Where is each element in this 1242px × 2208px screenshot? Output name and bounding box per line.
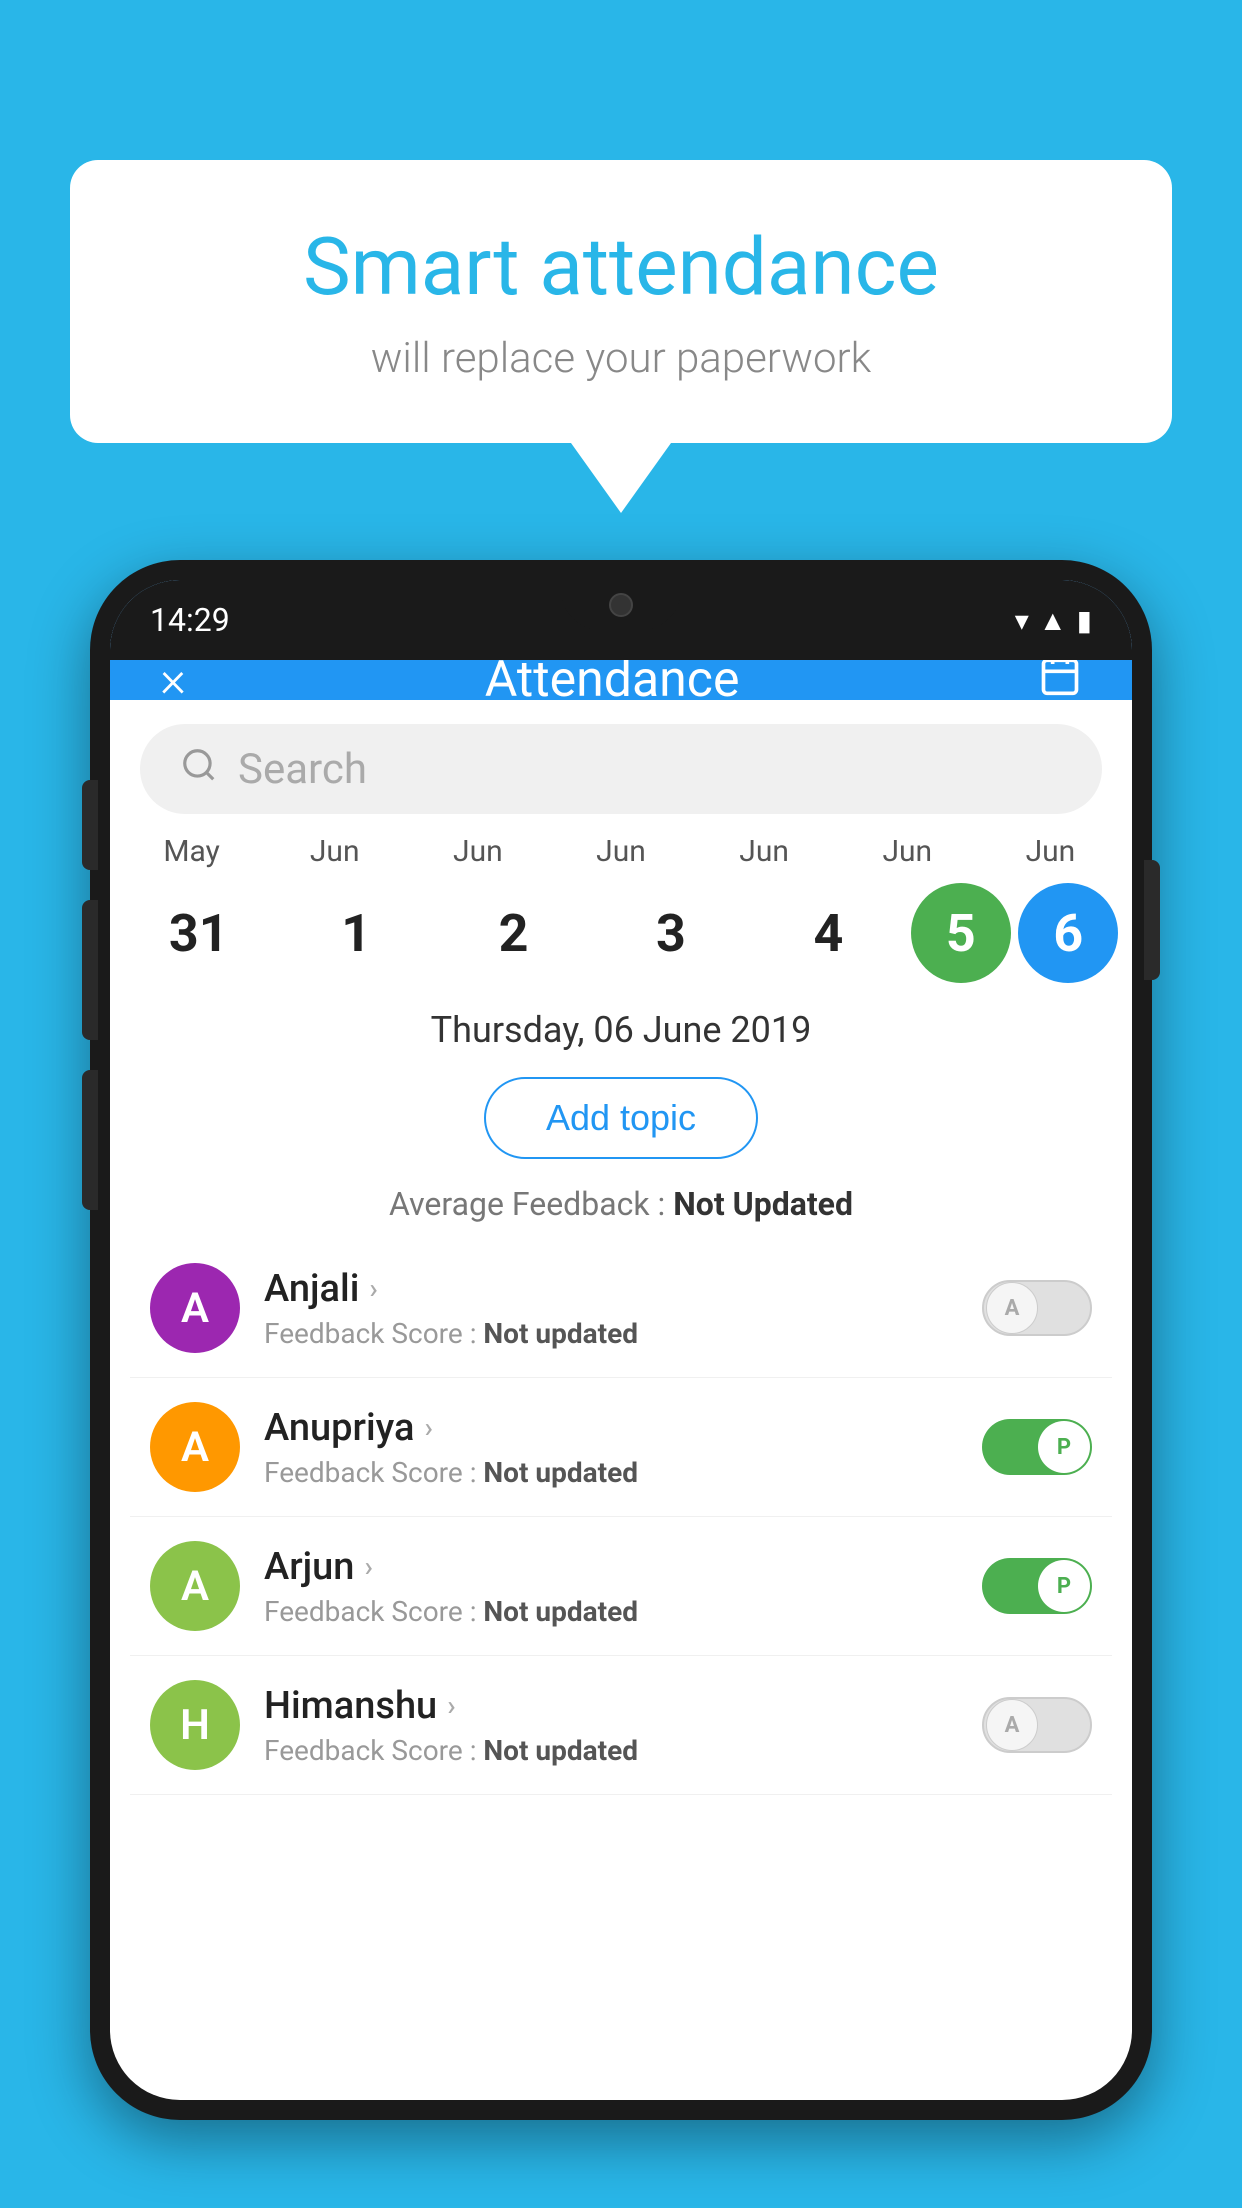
calendar-dates-row: 31 1 2 3 4 5 6 — [110, 875, 1132, 999]
student-name-anupriya: Anupriya › — [264, 1406, 958, 1450]
student-item[interactable]: H Himanshu › Feedback Score : Not update… — [130, 1656, 1112, 1795]
camera — [609, 593, 633, 617]
calendar-months-row: May Jun Jun Jun Jun Jun Jun — [110, 814, 1132, 875]
status-time: 14:29 — [150, 601, 230, 639]
avg-feedback-value: Not Updated — [673, 1185, 853, 1223]
chevron-icon: › — [424, 1411, 432, 1444]
toggle-knob-anupriya: P — [1038, 1421, 1090, 1473]
status-icons: ▾ ▲ ▮ — [1015, 604, 1092, 637]
student-list: A Anjali › Feedback Score : Not updated … — [110, 1239, 1132, 1795]
avg-feedback: Average Feedback : Not Updated — [110, 1175, 1132, 1239]
power-button — [1144, 860, 1160, 980]
notch — [561, 580, 681, 630]
student-avatar-anupriya: A — [150, 1402, 240, 1492]
calendar-date-6-today[interactable]: 6 — [1018, 883, 1118, 983]
student-info-arjun: Arjun › Feedback Score : Not updated — [264, 1545, 958, 1628]
student-avatar-anjali: A — [150, 1263, 240, 1353]
attendance-toggle-anjali[interactable]: A — [982, 1280, 1092, 1336]
phone-outer: 14:29 ▾ ▲ ▮ × Attendance — [90, 560, 1152, 2120]
speech-bubble-title: Smart attendance — [150, 220, 1092, 314]
student-info-himanshu: Himanshu › Feedback Score : Not updated — [264, 1684, 958, 1767]
calendar-month-0: May — [120, 834, 263, 875]
search-placeholder: Search — [238, 745, 367, 794]
signal-icon: ▲ — [1039, 604, 1067, 637]
search-icon — [180, 743, 218, 795]
selected-date-label: Thursday, 06 June 2019 — [110, 999, 1132, 1061]
volume-up-button — [82, 900, 98, 1040]
chevron-icon: › — [447, 1689, 455, 1722]
calendar-month-3: Jun — [549, 834, 692, 875]
calendar-date-3[interactable]: 3 — [596, 883, 746, 983]
calendar-month-1: Jun — [263, 834, 406, 875]
add-topic-button[interactable]: Add topic — [484, 1077, 758, 1159]
toggle-knob-anjali: A — [986, 1282, 1038, 1334]
student-score-arjun: Feedback Score : Not updated — [264, 1595, 958, 1628]
chevron-icon: › — [364, 1550, 372, 1583]
student-score-anjali: Feedback Score : Not updated — [264, 1317, 958, 1350]
battery-icon: ▮ — [1077, 604, 1092, 637]
toggle-knob-himanshu: A — [986, 1699, 1038, 1751]
speech-bubble-tail — [571, 443, 671, 513]
chevron-icon: › — [369, 1272, 377, 1305]
student-score-himanshu: Feedback Score : Not updated — [264, 1734, 958, 1767]
student-avatar-arjun: A — [150, 1541, 240, 1631]
student-avatar-himanshu: H — [150, 1680, 240, 1770]
attendance-toggle-anupriya[interactable]: P — [982, 1419, 1092, 1475]
speech-bubble-container: Smart attendance will replace your paper… — [70, 160, 1172, 513]
calendar-icon[interactable] — [1038, 653, 1082, 708]
student-name-arjun: Arjun › — [264, 1545, 958, 1589]
calendar-month-4: Jun — [693, 834, 836, 875]
phone-container: 14:29 ▾ ▲ ▮ × Attendance — [90, 560, 1152, 2208]
student-info-anjali: Anjali › Feedback Score : Not updated — [264, 1267, 958, 1350]
volume-down-button — [82, 1070, 98, 1210]
calendar-month-5: Jun — [836, 834, 979, 875]
calendar-month-6: Jun — [979, 834, 1122, 875]
student-item[interactable]: A Anupriya › Feedback Score : Not update… — [130, 1378, 1112, 1517]
calendar-date-1[interactable]: 1 — [281, 883, 431, 983]
attendance-toggle-himanshu[interactable]: A — [982, 1697, 1092, 1753]
speech-bubble-subtitle: will replace your paperwork — [150, 334, 1092, 383]
calendar-date-4[interactable]: 4 — [753, 883, 903, 983]
calendar-date-31[interactable]: 31 — [124, 883, 274, 983]
student-score-anupriya: Feedback Score : Not updated — [264, 1456, 958, 1489]
speech-bubble: Smart attendance will replace your paper… — [70, 160, 1172, 443]
avg-feedback-label: Average Feedback : — [389, 1185, 673, 1223]
student-info-anupriya: Anupriya › Feedback Score : Not updated — [264, 1406, 958, 1489]
wifi-icon: ▾ — [1015, 604, 1029, 637]
attendance-toggle-arjun[interactable]: P — [982, 1558, 1092, 1614]
student-name-himanshu: Himanshu › — [264, 1684, 958, 1728]
student-item[interactable]: A Arjun › Feedback Score : Not updated P — [130, 1517, 1112, 1656]
search-bar[interactable]: Search — [140, 724, 1102, 814]
silent-button — [82, 780, 98, 870]
student-name-anjali: Anjali › — [264, 1267, 958, 1311]
calendar-date-5-selected[interactable]: 5 — [911, 883, 1011, 983]
app-content: Search May Jun Jun Jun Jun Jun Jun 31 1 … — [110, 700, 1132, 2100]
student-item[interactable]: A Anjali › Feedback Score : Not updated … — [130, 1239, 1112, 1378]
calendar-date-2[interactable]: 2 — [439, 883, 589, 983]
calendar-month-2: Jun — [406, 834, 549, 875]
status-bar: 14:29 ▾ ▲ ▮ — [110, 580, 1132, 660]
phone-screen: × Attendance — [110, 580, 1132, 2100]
toggle-knob-arjun: P — [1038, 1560, 1090, 1612]
